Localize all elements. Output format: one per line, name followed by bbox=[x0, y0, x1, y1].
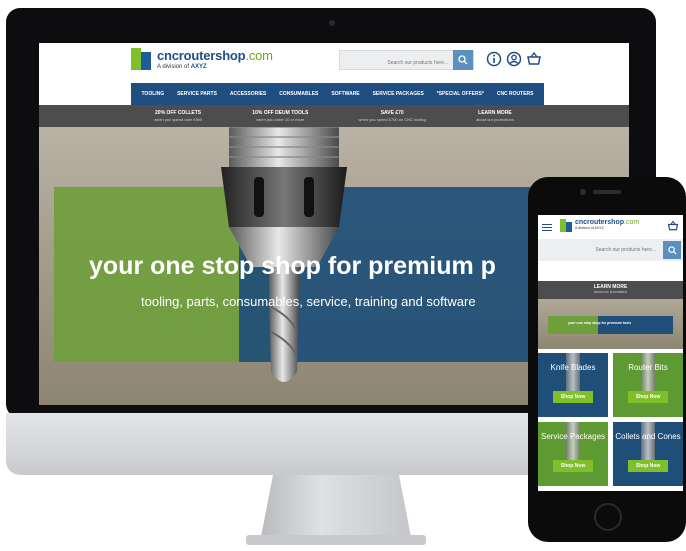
tile-knife-blades[interactable]: Knife Blades Shop Now bbox=[538, 353, 608, 417]
nav-item-software[interactable]: SOFTWARE bbox=[331, 91, 359, 97]
nav-item-cnc-routers[interactable]: CNC ROUTERS bbox=[497, 91, 534, 97]
search-icon bbox=[667, 245, 677, 255]
main-nav: TOOLING SERVICE PARTS ACCESSORIES CONSUM… bbox=[131, 83, 544, 105]
category-grid: Knife Blades Shop Now Router Bits Shop N… bbox=[538, 353, 683, 486]
mobile-phone: cncroutershop.com A division of AXYZ LEA… bbox=[528, 177, 686, 542]
mobile-header: cncroutershop.com A division of AXYZ bbox=[538, 215, 683, 239]
phone-speaker bbox=[593, 190, 621, 194]
home-button[interactable] bbox=[594, 503, 622, 531]
promo-collets[interactable]: 20% OFF COLLETS when you spend over £900 bbox=[154, 110, 202, 122]
mobile-logo[interactable]: cncroutershop.com A division of AXYZ bbox=[560, 219, 639, 232]
shop-now-button[interactable]: Shop Now bbox=[628, 460, 668, 472]
service-image bbox=[566, 422, 580, 462]
promo-bar: 20% OFF COLLETS when you spend over £900… bbox=[39, 105, 629, 127]
tile-label: Service Packages bbox=[540, 432, 606, 441]
mobile-search-button[interactable] bbox=[663, 241, 681, 259]
search-button[interactable] bbox=[453, 50, 473, 70]
site-header: cncroutershop.com A division of AXYZ bbox=[39, 43, 629, 83]
basket-icon[interactable] bbox=[526, 51, 542, 67]
search-icon bbox=[458, 55, 468, 65]
tile-label: Knife Blades bbox=[550, 363, 596, 372]
logo-mark-icon bbox=[131, 48, 153, 74]
router-bit-image bbox=[641, 353, 655, 393]
basket-icon[interactable] bbox=[667, 220, 679, 232]
mobile-hero-banner[interactable]: your one stop shop for premium tools bbox=[538, 299, 683, 349]
user-icon[interactable] bbox=[506, 51, 522, 67]
search-input[interactable] bbox=[340, 54, 452, 72]
info-icon[interactable] bbox=[486, 51, 502, 67]
logo-tagline: A division of AXYZ bbox=[157, 64, 207, 70]
mobile-screen: cncroutershop.com A division of AXYZ LEA… bbox=[538, 215, 683, 491]
knife-blade-image bbox=[566, 353, 580, 393]
nav-item-special-offers[interactable]: *SPECIAL OFFERS* bbox=[437, 91, 484, 97]
promo-learn-more[interactable]: LEARN MORE about our promotions bbox=[476, 110, 514, 122]
search-box bbox=[339, 50, 474, 72]
tile-router-bits[interactable]: Router Bits Shop Now bbox=[613, 353, 683, 417]
nav-item-accessories[interactable]: ACCESSORIES bbox=[230, 91, 266, 97]
logo-name: cncroutershop.com bbox=[157, 48, 273, 63]
shop-now-button[interactable]: Shop Now bbox=[553, 391, 593, 403]
site-logo[interactable]: cncroutershop.com A division of AXYZ bbox=[131, 48, 273, 74]
promo-deum-tools[interactable]: 10% OFF DEUM TOOLS when you order 10 or … bbox=[252, 110, 308, 122]
nav-item-consumables[interactable]: CONSUMABLES bbox=[279, 91, 318, 97]
tile-label: Collets and Cones bbox=[615, 432, 681, 441]
menu-icon[interactable] bbox=[542, 224, 552, 233]
nav-item-service-parts[interactable]: SERVICE PARTS bbox=[177, 91, 217, 97]
mobile-hero-band bbox=[548, 316, 673, 334]
mobile-search-box bbox=[538, 239, 683, 261]
shop-now-button[interactable]: Shop Now bbox=[553, 460, 593, 472]
nav-item-service-packages[interactable]: SERVICE PACKAGES bbox=[373, 91, 424, 97]
tile-collets-and-cones[interactable]: Collets and Cones Shop Now bbox=[613, 422, 683, 486]
tile-label: Router Bits bbox=[628, 363, 668, 372]
hero-title: your one stop shop for premium p bbox=[89, 252, 496, 280]
front-camera-icon bbox=[580, 189, 586, 195]
mobile-hero-text: your one stop shop for premium tools bbox=[568, 321, 632, 325]
mobile-search-input[interactable] bbox=[538, 242, 660, 258]
mobile-promo-bar[interactable]: LEARN MORE about our promotions bbox=[538, 281, 683, 299]
nav-item-tooling[interactable]: TOOLING bbox=[141, 91, 164, 97]
shop-now-button[interactable]: Shop Now bbox=[628, 391, 668, 403]
tile-service-packages[interactable]: Service Packages Shop Now bbox=[538, 422, 608, 486]
collet-image bbox=[641, 422, 655, 462]
monitor-stand bbox=[261, 475, 411, 537]
monitor-stand-base bbox=[246, 535, 426, 545]
hero-subtitle: tooling, parts, consumables, service, tr… bbox=[141, 294, 476, 309]
camera-icon bbox=[329, 20, 335, 26]
promo-save[interactable]: SAVE £70 when you spend £700 on CNC tool… bbox=[359, 110, 426, 122]
